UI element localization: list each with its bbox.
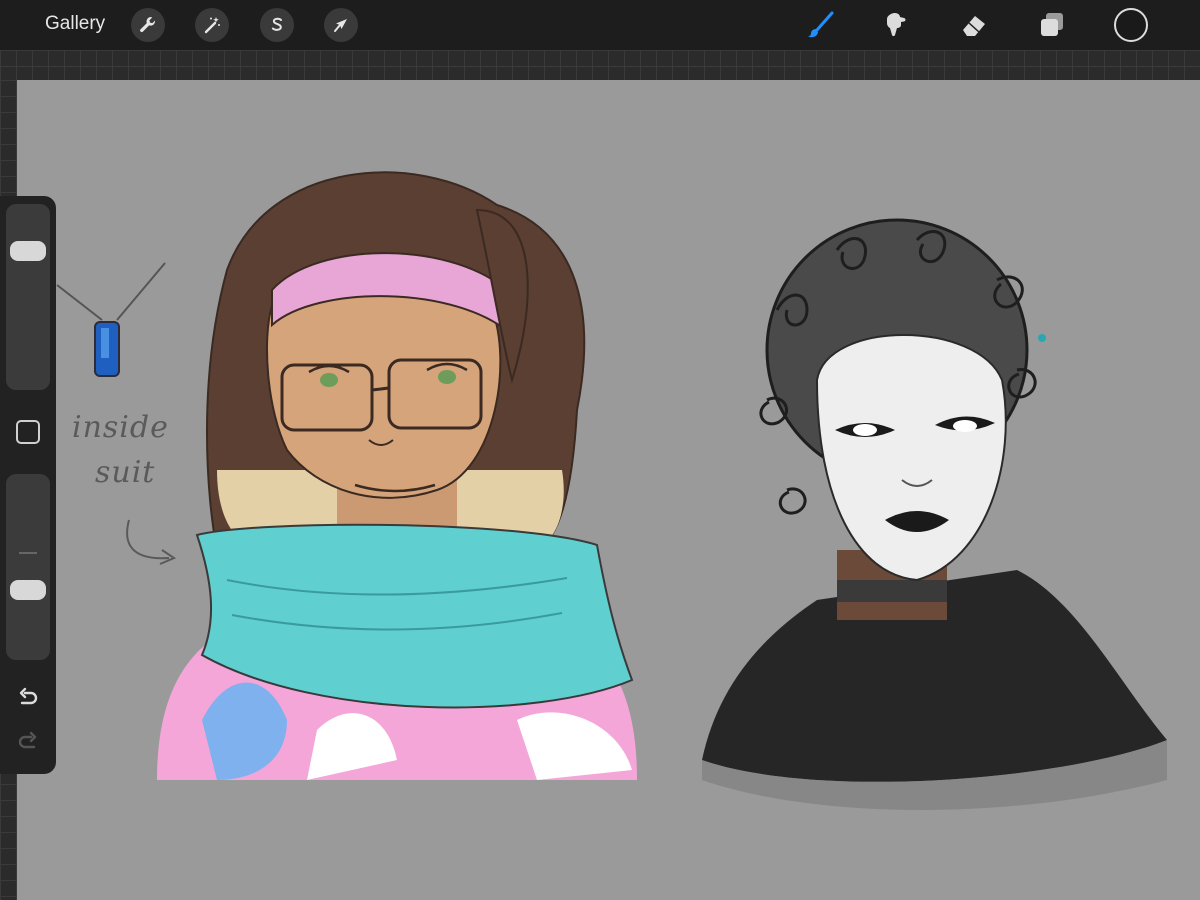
actions-button[interactable] <box>131 8 165 42</box>
pendant-sketch <box>56 262 166 377</box>
redo-button[interactable] <box>14 728 42 756</box>
slider-tick <box>19 552 37 554</box>
eraser-tool-button[interactable] <box>956 7 992 43</box>
modify-button[interactable] <box>16 420 40 444</box>
transform-button[interactable] <box>324 8 358 42</box>
eraser-icon <box>963 16 985 36</box>
annotation-inside: inside <box>72 410 169 445</box>
transform-arrow-icon <box>334 19 347 32</box>
annotation-suit: suit <box>95 455 156 490</box>
color-swatch[interactable] <box>1114 8 1148 42</box>
top-toolbar: Gallery <box>0 0 1200 50</box>
canvas-grid-top <box>0 50 1200 80</box>
brush-icon <box>808 11 834 38</box>
wrench-icon <box>140 17 156 33</box>
undo-button[interactable] <box>14 684 42 712</box>
character-right <box>702 218 1167 810</box>
layers-button[interactable] <box>1034 7 1070 43</box>
gallery-button[interactable]: Gallery <box>45 13 105 35</box>
annotation-arrow <box>126 519 170 560</box>
smudge-tool-button[interactable] <box>878 7 914 43</box>
opacity-knob[interactable] <box>10 580 46 601</box>
artwork <box>56 171 1167 810</box>
annotation-arrowhead <box>159 549 177 565</box>
left-sidebar <box>0 196 56 774</box>
character-left <box>157 171 637 780</box>
undo-icon <box>19 687 38 705</box>
brush-size-slider[interactable] <box>6 204 50 390</box>
redo-icon <box>18 731 37 749</box>
drawing-canvas[interactable]: inside suit <box>17 80 1200 900</box>
adjustments-button[interactable] <box>195 8 229 42</box>
brush-tool-button[interactable] <box>802 7 838 43</box>
selection-s-icon <box>271 17 282 31</box>
layers-icon <box>1041 13 1063 36</box>
smudge-icon <box>887 13 906 37</box>
selection-button[interactable] <box>260 8 294 42</box>
opacity-slider[interactable] <box>6 474 50 660</box>
brush-size-knob[interactable] <box>10 240 46 261</box>
magic-wand-icon <box>204 17 220 34</box>
